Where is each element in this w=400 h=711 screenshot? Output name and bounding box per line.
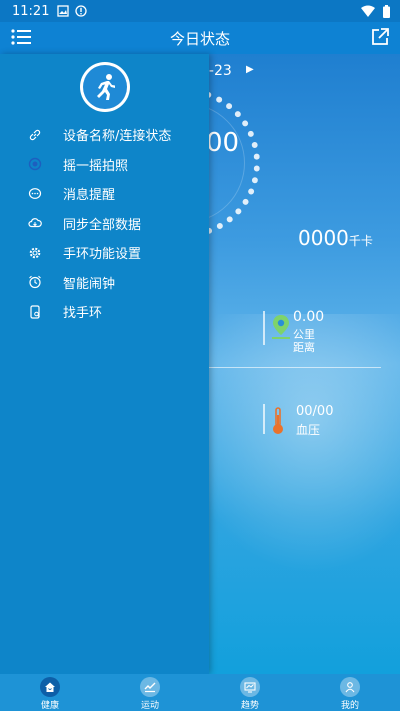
calories-readout: 0000千卡 [298,226,373,250]
section-divider [205,367,381,368]
nav-tab-health[interactable]: 健康 [0,674,100,711]
distance-block: 0.00 公里 距离 [263,309,373,355]
app-bar: 今日状态 [0,22,400,54]
nav-tab-label: 运动 [140,701,159,711]
menu-item-label: 同步全部数据 [63,217,142,233]
menu-item-message-reminder[interactable]: 消息提醒 [0,179,209,209]
nav-tab-profile[interactable]: 我的 [300,674,400,711]
calories-unit: 千卡 [348,234,373,248]
distance-divider [263,311,265,345]
nav-tab-sport[interactable]: 运动 [100,674,200,711]
calories-value: 0000 [298,226,349,250]
step-count: 00 [206,128,240,158]
find-band-icon [30,305,40,319]
nav-tab-label: 健康 [40,701,59,711]
thermometer-icon [273,407,283,434]
nav-tab-trend[interactable]: 趋势 [200,674,300,711]
menu-item-label: 消息提醒 [63,188,116,204]
location-pin-icon [272,315,290,339]
trend-icon [244,682,256,693]
menu-item-label: 设备名称/连接状态 [63,129,172,145]
menu-item-device-status[interactable]: 设备名称/连接状态 [0,120,209,150]
blood-pressure-block: 00/00 血压 [263,404,373,444]
bp-divider [263,404,265,434]
gear-icon [29,247,41,259]
bottom-nav: 健康 运动 趋势 我的 [0,674,400,711]
cloud-sync-icon [28,218,42,228]
profile-icon [345,682,355,693]
menu-item-find-band[interactable]: 找手环 [0,297,209,327]
avatar[interactable] [80,62,130,112]
menu-item-shake-photo[interactable]: 摇一摇拍照 [0,150,209,180]
menu-item-label: 找手环 [63,306,103,322]
menu-item-smart-alarm[interactable]: 智能闹钟 [0,268,209,298]
menu-item-label: 手环功能设置 [63,247,142,263]
bp-value: 00/00 [296,404,334,419]
bp-label: 血压 [296,423,321,437]
link-icon [29,129,41,140]
image-notification-icon [57,5,70,17]
distance-label: 距离 [293,341,315,354]
menu-item-sync-data[interactable]: 同步全部数据 [0,209,209,239]
drawer-menu: 设备名称/连接状态 摇一摇拍照 消息提醒 同步全部数据 手环功能设置 智能闹钟 … [0,120,209,327]
alert-notification-icon [75,5,88,17]
home-icon [45,682,55,692]
runner-icon [97,74,115,100]
sport-icon [144,682,156,693]
nav-tab-label: 趋势 [240,701,259,711]
battery-icon [383,4,390,18]
nav-drawer: 设备名称/连接状态 摇一摇拍照 消息提醒 同步全部数据 手环功能设置 智能闹钟 … [0,54,209,674]
page-title: 今日状态 [169,30,230,48]
distance-value: 0.00 [293,309,325,325]
camera-icon [28,158,42,171]
status-time: 11:21 [12,3,50,19]
share-icon[interactable] [370,27,390,47]
nav-tab-label: 我的 [340,701,359,711]
menu-item-band-settings[interactable]: 手环功能设置 [0,238,209,268]
message-icon [28,187,42,199]
alarm-icon [29,276,41,289]
menu-item-label: 摇一摇拍照 [63,158,129,174]
wifi-icon [361,5,375,17]
status-bar: 11:21 [0,0,400,22]
date-next-arrow-icon[interactable]: ▶ [246,64,254,75]
menu-item-label: 智能闹钟 [63,276,116,292]
